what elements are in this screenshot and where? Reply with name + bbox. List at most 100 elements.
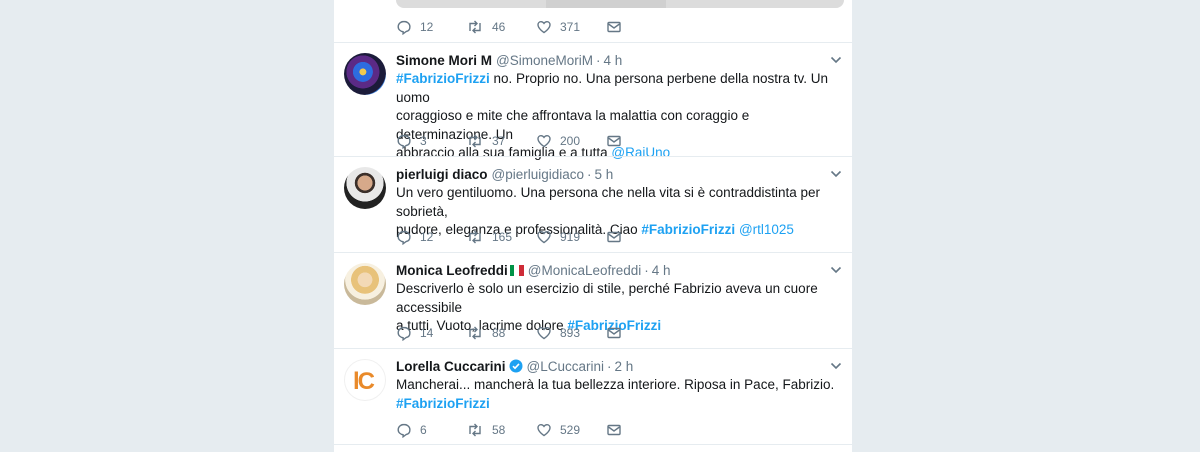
reply-action[interactable]: 12 [396, 19, 466, 35]
tweet-actions: 14 88 893 [396, 324, 622, 342]
username[interactable]: @pierluigidiaco [492, 167, 585, 182]
dm-action[interactable] [606, 229, 622, 245]
separator-dot: · [596, 52, 601, 68]
heart-icon [537, 326, 551, 340]
display-name[interactable]: Simone Mori M [396, 53, 492, 68]
reply-action[interactable]: 12 [396, 229, 466, 245]
reply-icon [397, 423, 411, 438]
tweet-media-image[interactable] [396, 0, 844, 8]
dm-action[interactable] [606, 19, 622, 35]
reply-count: 14 [420, 326, 434, 340]
text-segment: Un vero gentiluomo. Una persona che nell… [396, 185, 820, 219]
retweet-action[interactable]: 88 [466, 325, 536, 341]
retweet-action[interactable]: 58 [466, 422, 536, 438]
like-count: 200 [560, 134, 581, 148]
hashtag-link[interactable]: #FabrizioFrizzi [641, 222, 735, 237]
chevron-down-icon[interactable] [830, 169, 842, 179]
reply-count: 12 [420, 230, 434, 244]
divider [334, 42, 852, 43]
envelope-icon [607, 424, 621, 436]
heart-icon [537, 230, 551, 244]
separator-dot: · [587, 166, 592, 182]
mention-link[interactable]: @rtl1025 [739, 222, 794, 237]
timeline: 12 46 371 Simone Mori M @SimoneMoriM · 4… [333, 0, 853, 452]
retweet-icon [469, 423, 481, 437]
text-segment: Descriverlo è solo un esercizio di stile… [396, 281, 818, 315]
tweet-header: Monica Leofreddi @MonicaLeofreddi · 4 h [396, 261, 671, 279]
envelope-icon [607, 327, 621, 339]
avatar[interactable]: lC [344, 359, 386, 401]
tweet-header: Simone Mori M @SimoneMoriM · 4 h [396, 51, 622, 69]
separator-dot: · [607, 358, 612, 374]
divider [334, 252, 852, 253]
divider [334, 348, 852, 349]
retweet-count: 88 [492, 326, 506, 340]
tweet-text: Mancherai... mancherà la tua bellezza in… [396, 376, 841, 413]
retweet-action[interactable]: 46 [466, 19, 536, 35]
timestamp[interactable]: 4 h [652, 263, 671, 278]
like-action[interactable]: 529 [536, 422, 606, 438]
dm-action[interactable] [606, 422, 622, 438]
hashtag-link[interactable]: #FabrizioFrizzi [396, 396, 490, 411]
dm-action[interactable] [606, 133, 622, 149]
username[interactable]: @LCuccarini [527, 359, 604, 374]
like-action[interactable]: 893 [536, 325, 606, 341]
retweet-icon [469, 230, 481, 244]
verified-badge-icon [509, 359, 523, 373]
heart-icon [537, 20, 551, 34]
like-action[interactable]: 919 [536, 229, 606, 245]
chevron-down-icon[interactable] [830, 361, 842, 371]
tweet-text-line: #FabrizioFrizzi no. Proprio no. Una pers… [396, 70, 841, 107]
reply-action[interactable]: 14 [396, 325, 466, 341]
text-segment: Mancherai... mancherà la tua bellezza in… [396, 377, 835, 392]
like-count: 371 [560, 20, 581, 34]
envelope-icon [607, 21, 621, 33]
reply-count: 6 [420, 423, 427, 437]
envelope-icon [607, 135, 621, 147]
tweet-text-line: Un vero gentiluomo. Una persona che nell… [396, 184, 841, 221]
reply-count: 3 [420, 134, 427, 148]
display-name[interactable]: pierluigi diaco [396, 167, 488, 182]
reply-count: 12 [420, 20, 434, 34]
tweet-text-line: #FabrizioFrizzi [396, 395, 841, 414]
like-count: 529 [560, 423, 581, 437]
lc-logo-icon: lC [353, 368, 375, 395]
retweet-count: 37 [492, 134, 506, 148]
dm-action[interactable] [606, 325, 622, 341]
reply-icon [397, 20, 411, 35]
tweet-actions: 12 46 371 [396, 18, 622, 36]
italian-flag-icon [509, 264, 524, 276]
tweet-actions: 3 37 200 [396, 132, 622, 150]
divider [334, 444, 852, 445]
like-action[interactable]: 371 [536, 19, 606, 35]
avatar[interactable] [344, 167, 386, 209]
username[interactable]: @SimoneMoriM [496, 53, 593, 68]
tweet-actions: 12 165 919 [396, 228, 622, 246]
chevron-down-icon[interactable] [830, 55, 842, 65]
tweet-text-line: Mancherai... mancherà la tua bellezza in… [396, 376, 841, 395]
timestamp[interactable]: 4 h [604, 53, 623, 68]
hashtag-link[interactable]: #FabrizioFrizzi [396, 71, 490, 86]
avatar[interactable] [344, 263, 386, 305]
retweet-icon [469, 20, 481, 34]
tweet-header: Lorella Cuccarini @LCuccarini · 2 h [396, 357, 633, 375]
chevron-down-icon[interactable] [830, 265, 842, 275]
retweet-action[interactable]: 37 [466, 133, 536, 149]
display-name[interactable]: Lorella Cuccarini [396, 359, 506, 374]
reply-action[interactable]: 6 [396, 422, 466, 438]
username[interactable]: @MonicaLeofreddi [528, 263, 642, 278]
reply-icon [397, 326, 411, 341]
avatar[interactable] [344, 53, 386, 95]
tweet-text-line: Descriverlo è solo un esercizio di stile… [396, 280, 841, 317]
like-count: 893 [560, 326, 581, 340]
reply-icon [397, 134, 411, 149]
heart-icon [537, 134, 551, 148]
timestamp[interactable]: 2 h [615, 359, 634, 374]
reply-action[interactable]: 3 [396, 133, 466, 149]
tweet-header: pierluigi diaco @pierluigidiaco · 5 h [396, 165, 613, 183]
like-action[interactable]: 200 [536, 133, 606, 149]
display-name[interactable]: Monica Leofreddi [396, 263, 508, 278]
retweet-action[interactable]: 165 [466, 229, 536, 245]
timestamp[interactable]: 5 h [595, 167, 614, 182]
retweet-count: 58 [492, 423, 506, 437]
